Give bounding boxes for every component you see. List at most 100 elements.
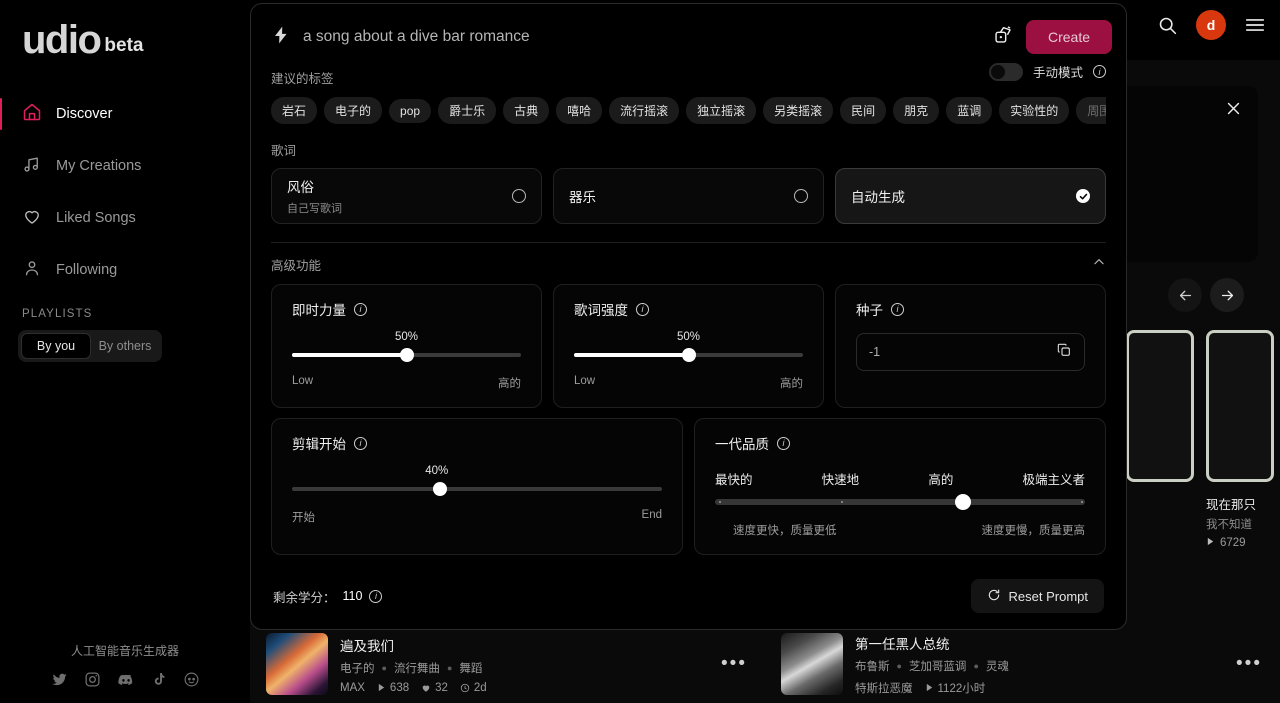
song-plays: 638 bbox=[377, 682, 409, 694]
slider-thumb[interactable] bbox=[955, 494, 971, 510]
reddit-icon[interactable] bbox=[183, 671, 200, 689]
quality-stop-label[interactable]: 最快的 bbox=[715, 469, 753, 488]
play-count: 6729 bbox=[1220, 537, 1246, 549]
playlist-filter-by-you[interactable]: By you bbox=[21, 333, 91, 359]
suggested-tags-section: 建议的标签 手动模式 i 岩石 电子的 pop 爵士乐 古典 嘻哈 流行摇滚 独… bbox=[251, 54, 1126, 124]
prompt-input[interactable] bbox=[303, 28, 981, 46]
song-list: 遍及我们 电子的● 流行舞曲● 舞蹈 MAX 638 32 bbox=[250, 625, 1280, 703]
instagram-icon[interactable] bbox=[84, 671, 101, 689]
playlist-filter-by-others[interactable]: By others bbox=[91, 333, 159, 359]
arrow-right-icon[interactable] bbox=[1210, 278, 1244, 312]
song-artist: MAX bbox=[340, 682, 365, 694]
album-art bbox=[1126, 330, 1194, 482]
clip-start-slider[interactable] bbox=[292, 481, 662, 497]
info-icon[interactable]: i bbox=[1093, 65, 1106, 78]
tag-pill[interactable]: 嘻哈 bbox=[556, 97, 602, 124]
lyrics-option-auto-generate[interactable]: 自动生成 bbox=[835, 168, 1106, 224]
more-options-icon[interactable]: ••• bbox=[1236, 653, 1262, 675]
info-icon[interactable]: i bbox=[369, 590, 382, 603]
slider-thumb[interactable] bbox=[400, 348, 414, 362]
create-button[interactable]: Create bbox=[1026, 20, 1112, 54]
play-count: 638 bbox=[390, 682, 409, 694]
slider-thumb[interactable] bbox=[433, 482, 447, 496]
prompt-strength-slider[interactable] bbox=[292, 347, 521, 363]
clip-start-title: 剪辑开始 i bbox=[292, 433, 662, 453]
song-row[interactable]: 遍及我们 电子的● 流行舞曲● 舞蹈 MAX 638 32 bbox=[250, 625, 765, 703]
lyrics-option-custom[interactable]: 风俗 自己写歌词 bbox=[271, 168, 542, 224]
tag-pill[interactable]: 蓝调 bbox=[946, 97, 992, 124]
sidebar-item-liked-songs[interactable]: Liked Songs bbox=[0, 198, 250, 238]
carousel-card[interactable]: 现在那只 我不知道 6729 bbox=[1206, 330, 1274, 549]
quality-stop-label[interactable]: 极端主义者 bbox=[1022, 469, 1085, 488]
carousel-card-plays: 6729 bbox=[1206, 537, 1274, 549]
reset-prompt-button[interactable]: Reset Prompt bbox=[971, 579, 1104, 613]
advanced-section-header[interactable]: 高级功能 bbox=[251, 243, 1126, 274]
hamburger-menu-icon[interactable] bbox=[1244, 14, 1266, 36]
radio-button-selected[interactable] bbox=[1076, 189, 1090, 203]
info-icon[interactable]: i bbox=[354, 303, 367, 316]
song-title: 第一任黑人总统 bbox=[855, 633, 1224, 653]
slider-thumb[interactable] bbox=[682, 348, 696, 362]
tag-pill[interactable]: 另类摇滚 bbox=[763, 97, 833, 124]
tag-pill[interactable]: 流行摇滚 bbox=[609, 97, 679, 124]
manual-mode-toggle[interactable] bbox=[989, 63, 1023, 81]
tag-pill[interactable]: 实验性的 bbox=[999, 97, 1069, 124]
radio-button[interactable] bbox=[512, 189, 526, 203]
sidebar-item-my-creations[interactable]: My Creations bbox=[0, 146, 250, 186]
sidebar-item-discover[interactable]: Discover bbox=[0, 94, 250, 134]
play-count: 1122小时 bbox=[938, 680, 986, 696]
generation-quality-slider[interactable] bbox=[715, 494, 1085, 510]
genre-tag: 舞蹈 bbox=[459, 660, 482, 676]
quality-stop-label[interactable]: 快速地 bbox=[822, 469, 860, 488]
tag-pill[interactable]: 电子的 bbox=[324, 97, 382, 124]
tag-pill[interactable]: 独立摇滚 bbox=[686, 97, 756, 124]
avatar[interactable]: d bbox=[1196, 10, 1226, 40]
lyrics-options: 风俗 自己写歌词 器乐 自动生成 bbox=[271, 168, 1106, 224]
radio-button[interactable] bbox=[794, 189, 808, 203]
lyrics-strength-box: 歌词强度 i 50% Low 高的 bbox=[553, 284, 824, 408]
song-row[interactable]: 第一任黑人总统 布鲁斯● 芝加哥蓝调● 灵魂 特斯拉恶魔 1122小时 ••• bbox=[765, 625, 1280, 703]
arrow-left-icon[interactable] bbox=[1168, 278, 1202, 312]
song-plays: 1122小时 bbox=[925, 680, 986, 696]
person-icon bbox=[22, 258, 42, 282]
info-icon[interactable]: i bbox=[891, 303, 904, 316]
song-thumbnail bbox=[266, 633, 328, 695]
box-label: 种子 bbox=[856, 299, 883, 319]
tag-pill[interactable]: 古典 bbox=[503, 97, 549, 124]
tiktok-icon[interactable] bbox=[151, 671, 167, 689]
tag-pill[interactable]: 岩石 bbox=[271, 97, 317, 124]
discord-icon[interactable] bbox=[117, 671, 135, 689]
tag-pill[interactable]: 周围的 bbox=[1076, 97, 1106, 124]
twitter-icon[interactable] bbox=[51, 671, 68, 689]
dice-randomize-icon[interactable] bbox=[993, 24, 1014, 50]
chevron-up-icon[interactable] bbox=[1092, 255, 1106, 274]
sidebar-item-following[interactable]: Following bbox=[0, 250, 250, 290]
info-icon[interactable]: i bbox=[777, 437, 790, 450]
carousel-card[interactable] bbox=[1126, 330, 1194, 494]
app-logo[interactable]: udio beta bbox=[0, 0, 250, 60]
copy-icon[interactable] bbox=[1056, 342, 1072, 363]
more-options-icon[interactable]: ••• bbox=[721, 653, 747, 675]
lyrics-option-instrumental[interactable]: 器乐 bbox=[553, 168, 824, 224]
info-icon[interactable]: i bbox=[354, 437, 367, 450]
quality-stop-label[interactable]: 高的 bbox=[928, 469, 953, 488]
search-icon[interactable] bbox=[1157, 15, 1178, 36]
info-icon[interactable]: i bbox=[636, 303, 649, 316]
carousel-navigation bbox=[1168, 278, 1244, 312]
create-song-modal: Create 建议的标签 手动模式 i 岩石 电子的 pop 爵士乐 古典 嘻哈… bbox=[250, 3, 1127, 630]
tag-pill[interactable]: 民间 bbox=[840, 97, 886, 124]
social-links bbox=[0, 671, 250, 689]
tag-pill[interactable]: 朋克 bbox=[893, 97, 939, 124]
close-icon[interactable] bbox=[1225, 100, 1242, 122]
advanced-row-2: 剪辑开始 i 40% 开始 End 一代品质 i bbox=[251, 408, 1126, 555]
tag-pill[interactable]: 爵士乐 bbox=[438, 97, 496, 124]
tag-pill[interactable]: pop bbox=[389, 99, 431, 123]
slider-max-label: End bbox=[642, 509, 662, 525]
seed-input[interactable] bbox=[869, 345, 1056, 359]
song-genres: 布鲁斯● 芝加哥蓝调● 灵魂 bbox=[855, 658, 1224, 674]
lyrics-strength-slider[interactable] bbox=[574, 347, 803, 363]
lyrics-option-title: 风俗 bbox=[287, 176, 342, 196]
seed-title: 种子 i bbox=[856, 299, 1085, 319]
carousel-card-subtitle: 我不知道 bbox=[1206, 516, 1274, 532]
sidebar-item-label: Following bbox=[56, 262, 117, 278]
